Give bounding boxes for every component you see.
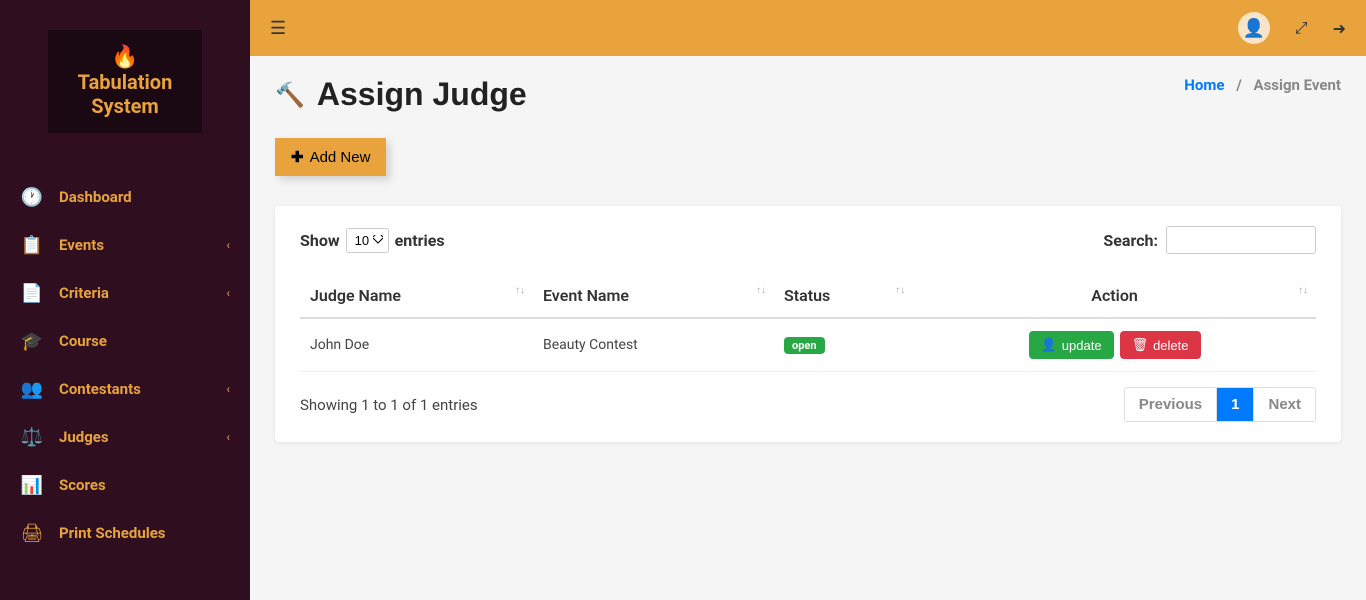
entries-label: entries — [395, 231, 445, 250]
sidebar-item-label: Course — [59, 332, 107, 350]
page-header: 🔨 Assign Judge Home / Assign Event — [275, 76, 1341, 113]
sidebar: 🔥 Tabulation System 🕐 Dashboard 📋 Events… — [0, 0, 250, 600]
user-edit-icon: 👤 — [1041, 337, 1057, 353]
column-action[interactable]: Action ↑↓ — [913, 274, 1316, 318]
page-number-button[interactable]: 1 — [1217, 388, 1254, 421]
column-status[interactable]: Status ↑↓ — [774, 274, 913, 318]
entries-select[interactable]: 10 — [346, 228, 389, 253]
status-badge: open — [784, 337, 825, 354]
card-controls: Show 10 entries Search: — [300, 226, 1316, 254]
chevron-left-icon: ‹ — [226, 382, 230, 396]
column-judge-name[interactable]: Judge Name ↑↓ — [300, 274, 533, 318]
sidebar-item-label: Judges — [59, 428, 109, 446]
logo-text-line2: System — [78, 94, 173, 118]
content-area: 🔨 Assign Judge Home / Assign Event ✚ Add… — [250, 56, 1366, 462]
dashboard-icon: 🕐 — [20, 185, 44, 209]
action-buttons: 👤 update 🗑 delete — [923, 331, 1306, 359]
sort-icon: ↑↓ — [756, 286, 766, 296]
sidebar-item-course[interactable]: 🎓 Course — [0, 317, 250, 365]
cell-action: 👤 update 🗑 delete — [913, 318, 1316, 372]
plus-icon: ✚ — [291, 148, 304, 166]
chevron-left-icon: ‹ — [226, 430, 230, 444]
add-button-label: Add New — [310, 149, 371, 166]
logo-area: 🔥 Tabulation System — [0, 0, 250, 173]
flame-icon: 🔥 — [78, 45, 173, 70]
print-icon: 🖨 — [20, 521, 44, 545]
events-icon: 📋 — [20, 233, 44, 257]
cell-status: open — [774, 318, 913, 372]
search-input[interactable] — [1166, 226, 1316, 254]
chevron-left-icon: ‹ — [226, 286, 230, 300]
page-title: Assign Judge — [317, 76, 527, 113]
next-button[interactable]: Next — [1254, 388, 1315, 421]
sort-icon: ↑↓ — [895, 286, 905, 296]
pagination: Previous 1 Next — [1124, 387, 1316, 422]
delete-button[interactable]: 🗑 delete — [1120, 331, 1201, 359]
topbar-right: 👤 ⤢ ➜ — [1238, 12, 1346, 44]
sidebar-item-label: Contestants — [59, 380, 141, 398]
update-label: update — [1062, 338, 1102, 353]
update-button[interactable]: 👤 update — [1029, 331, 1114, 359]
sidebar-item-label: Print Schedules — [59, 524, 166, 542]
show-label: Show — [300, 231, 340, 250]
cell-event-name: Beauty Contest — [533, 318, 774, 372]
contestants-icon: 👥 — [20, 377, 44, 401]
trash-icon: 🗑 — [1132, 337, 1149, 353]
scores-icon: 📊 — [20, 473, 44, 497]
data-table: Judge Name ↑↓ Event Name ↑↓ Status ↑↓ — [300, 274, 1316, 372]
sidebar-item-label: Events — [59, 236, 104, 254]
criteria-icon: 📄 — [20, 281, 44, 305]
sort-icon: ↑↓ — [515, 286, 525, 296]
logo-text-line1: Tabulation — [78, 70, 173, 94]
table-row: John Doe Beauty Contest open 👤 update — [300, 318, 1316, 372]
sidebar-item-contestants[interactable]: 👥 Contestants ‹ — [0, 365, 250, 413]
logout-icon[interactable]: ➜ — [1333, 19, 1346, 38]
topbar: ☰ 👤 ⤢ ➜ — [250, 0, 1366, 56]
gavel-icon: 🔨 — [275, 81, 305, 109]
sidebar-item-label: Dashboard — [59, 188, 132, 206]
breadcrumb-separator: / — [1236, 76, 1242, 94]
sidebar-item-events[interactable]: 📋 Events ‹ — [0, 221, 250, 269]
card-footer: Showing 1 to 1 of 1 entries Previous 1 N… — [300, 387, 1316, 422]
breadcrumb-home[interactable]: Home — [1184, 76, 1224, 94]
search-wrap: Search: — [1103, 226, 1316, 254]
search-label: Search: — [1103, 231, 1158, 250]
sidebar-item-criteria[interactable]: 📄 Criteria ‹ — [0, 269, 250, 317]
menu-toggle-icon[interactable]: ☰ — [270, 18, 286, 39]
sidebar-item-scores[interactable]: 📊 Scores — [0, 461, 250, 509]
sidebar-item-label: Scores — [59, 476, 106, 494]
cell-judge-name: John Doe — [300, 318, 533, 372]
page-title-wrap: 🔨 Assign Judge — [275, 76, 527, 113]
sidebar-item-judges[interactable]: ⚖️ Judges ‹ — [0, 413, 250, 461]
avatar[interactable]: 👤 — [1238, 12, 1270, 44]
judges-icon: ⚖️ — [20, 425, 44, 449]
logo-hex: 🔥 Tabulation System — [48, 30, 203, 133]
expand-icon[interactable]: ⤢ — [1295, 18, 1308, 38]
main-content: ☰ 👤 ⤢ ➜ 🔨 Assign Judge Home / Assign Eve… — [250, 0, 1366, 600]
breadcrumb-current: Assign Event — [1254, 76, 1342, 94]
add-new-button[interactable]: ✚ Add New — [275, 138, 386, 176]
sort-icon: ↑↓ — [1298, 286, 1308, 296]
delete-label: delete — [1153, 338, 1188, 353]
sidebar-item-print-schedules[interactable]: 🖨 Print Schedules — [0, 509, 250, 557]
data-card: Show 10 entries Search: Judge Name — [275, 206, 1341, 442]
chevron-left-icon: ‹ — [226, 238, 230, 252]
previous-button[interactable]: Previous — [1125, 388, 1217, 421]
sidebar-item-dashboard[interactable]: 🕐 Dashboard — [0, 173, 250, 221]
breadcrumb: Home / Assign Event — [1184, 76, 1341, 94]
showing-text: Showing 1 to 1 of 1 entries — [300, 396, 478, 414]
show-entries: Show 10 entries — [300, 228, 445, 253]
sidebar-item-label: Criteria — [59, 284, 109, 302]
column-event-name[interactable]: Event Name ↑↓ — [533, 274, 774, 318]
course-icon: 🎓 — [20, 329, 44, 353]
